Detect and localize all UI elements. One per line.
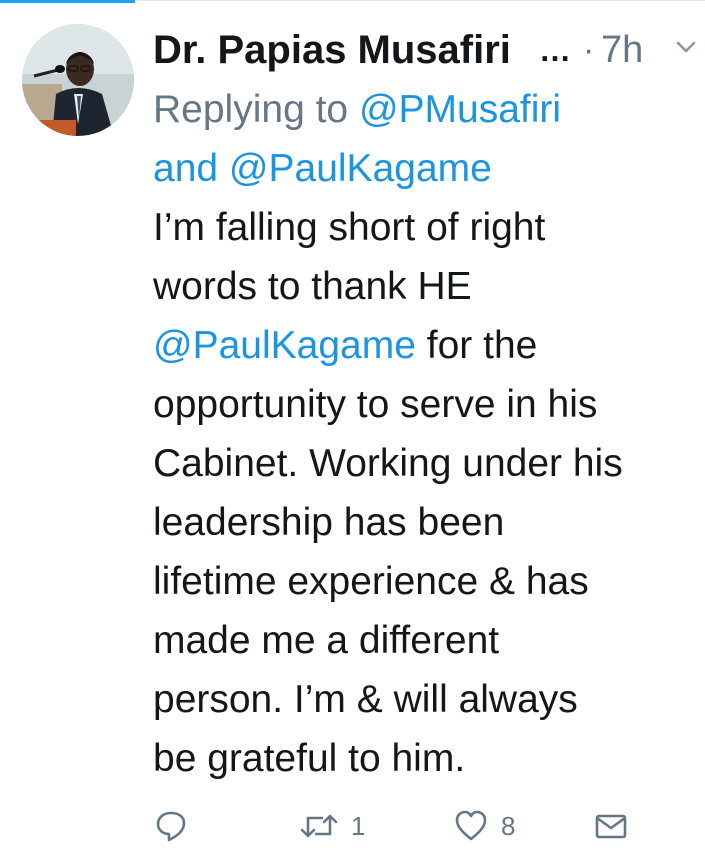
heart-icon xyxy=(455,810,487,841)
avatar-photo xyxy=(22,24,134,136)
replying-to: Replying to @PMusafiri and @PaulKagame xyxy=(153,80,693,198)
reply-button[interactable] xyxy=(153,804,189,848)
tweet-text-line: Cabinet. Working under his xyxy=(153,442,623,485)
replying-to-label: Replying to xyxy=(153,88,359,131)
envelope-icon xyxy=(595,814,627,839)
chevron-down-icon[interactable] xyxy=(673,34,699,60)
tweet-text-line: words to thank HE xyxy=(153,265,472,308)
reply-icon xyxy=(156,811,186,842)
tweet-text-line: I’m falling short of right xyxy=(153,206,546,249)
name-truncation-ellipsis: … xyxy=(539,32,571,68)
tweet-header: Dr. Papias Musafiri … · 7h xyxy=(153,22,696,78)
top-accent-bar xyxy=(0,0,135,3)
retweet-icon xyxy=(300,814,338,838)
mention-link[interactable]: @PaulKagame xyxy=(229,147,492,190)
replying-to-conjunction[interactable]: and xyxy=(153,147,229,190)
tweet-text-fragment: for the xyxy=(415,324,538,367)
tweet-text-line: made me a different xyxy=(153,619,500,662)
top-divider xyxy=(135,0,705,1)
direct-message-button[interactable] xyxy=(593,804,629,848)
retweet-button[interactable]: 1 xyxy=(299,804,365,848)
separator-dot: · xyxy=(583,31,595,69)
tweet-text-line: opportunity to serve in his xyxy=(153,383,598,426)
tweet-text-line: @PaulKagame for the xyxy=(153,316,698,375)
tweet-text-line: lifetime experience & has xyxy=(153,560,589,603)
tweet-text-line: person. I’m & will always xyxy=(153,678,578,721)
avatar[interactable] xyxy=(22,24,134,136)
like-button[interactable]: 8 xyxy=(453,804,515,848)
timestamp[interactable]: 7h xyxy=(601,26,643,74)
mention-link[interactable]: @PMusafiri xyxy=(359,88,561,131)
tweet-text: I’m falling short of right words to than… xyxy=(153,198,698,788)
tweet-actions: 1 8 xyxy=(153,804,633,848)
tweet-text-line: leadership has been xyxy=(153,501,505,544)
display-name[interactable]: Dr. Papias Musafiri xyxy=(153,26,511,74)
mention-link[interactable]: @PaulKagame xyxy=(153,324,416,367)
tweet-text-line: be grateful to him. xyxy=(153,737,466,780)
like-count: 8 xyxy=(501,811,516,841)
retweet-count: 1 xyxy=(351,811,366,841)
